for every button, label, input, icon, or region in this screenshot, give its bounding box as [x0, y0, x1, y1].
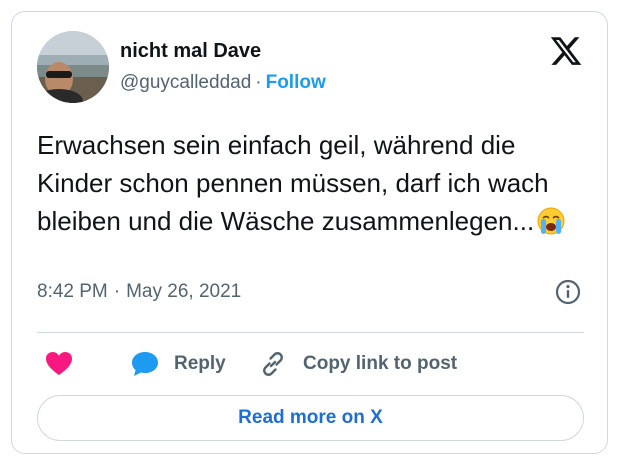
post-actions: Reply Copy link to post	[37, 349, 597, 379]
heart-icon	[45, 351, 73, 377]
info-icon[interactable]	[554, 278, 582, 306]
link-icon	[259, 350, 287, 378]
avatar-photo	[37, 31, 109, 103]
like-button[interactable]	[45, 349, 73, 379]
speech-bubble-icon	[130, 350, 160, 378]
handle-separator: ·	[255, 72, 262, 93]
reply-button[interactable]: Reply	[130, 349, 226, 379]
loudly-crying-face-emoji-icon	[536, 206, 566, 236]
copy-link-button[interactable]: Copy link to post	[259, 349, 457, 379]
author-handle-row: @guycalleddad · Follow	[120, 71, 326, 95]
follow-link[interactable]: Follow	[266, 72, 326, 93]
post-date: May 26, 2021	[126, 281, 242, 302]
post-time: 8:42 PM	[37, 281, 108, 302]
post-timestamp[interactable]: 8:42 PM · May 26, 2021	[37, 280, 241, 304]
author-handle[interactable]: @guycalleddad	[120, 72, 251, 93]
read-more-button[interactable]: Read more on X	[37, 395, 584, 441]
reply-label: Reply	[174, 353, 226, 374]
post-text: Erwachsen sein einfach geil, während die…	[37, 126, 597, 240]
embedded-post-card: nicht mal Dave @guycalleddad · Follow Erwa…	[11, 11, 608, 454]
author-display-name[interactable]: nicht mal Dave	[120, 39, 261, 63]
x-logo-icon[interactable]	[549, 34, 583, 68]
divider	[37, 332, 584, 333]
timestamp-separator: ·	[113, 281, 121, 302]
copy-link-label: Copy link to post	[303, 353, 458, 374]
author-avatar[interactable]	[37, 31, 109, 103]
post-body: Erwachsen sein einfach geil, während die…	[37, 130, 549, 236]
